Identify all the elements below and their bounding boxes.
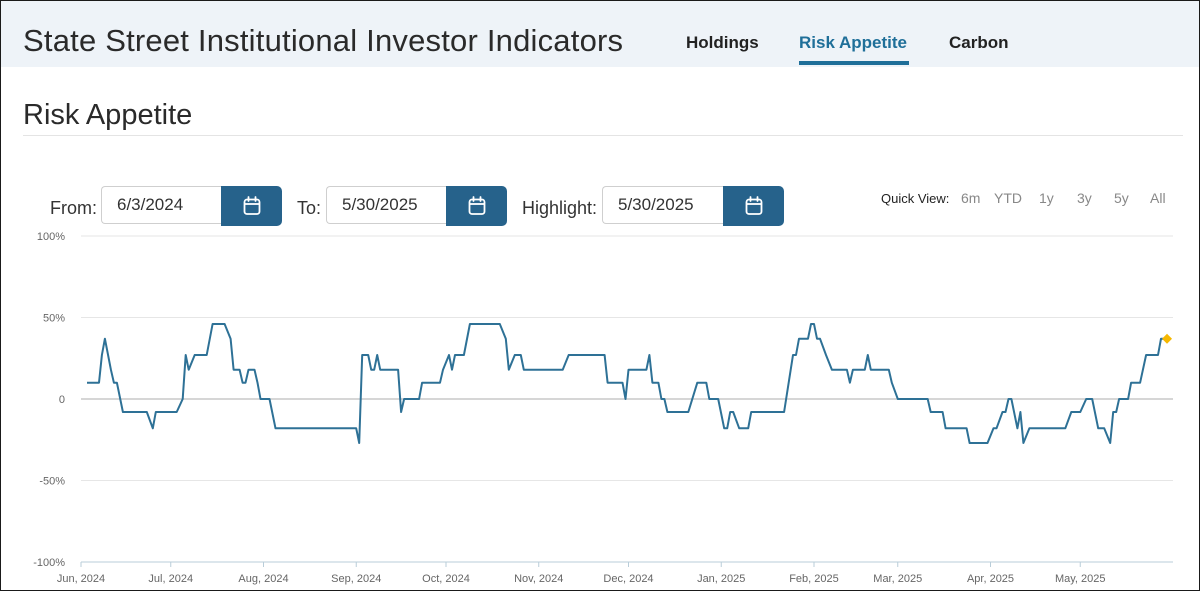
highlight-marker[interactable] [1162,333,1173,344]
active-tab-indicator [799,61,909,65]
risk-appetite-chart: 100% 50% 0 -50% -100% Jun, 2024 Jul, 2024 Aug,… [33,231,1173,585]
x-tick-label: Jul, 2024 [148,573,193,585]
from-label: From: [50,198,97,218]
tab-risk-appetite[interactable]: Risk Appetite [799,33,907,53]
y-tick-label: 100% [37,231,65,243]
highlight-calendar-button[interactable] [723,186,784,226]
highlight-date-input[interactable] [602,186,723,224]
x-tick-label: Feb, 2025 [789,573,839,585]
series-line [87,323,1167,444]
x-tick-label: Mar, 2025 [873,573,922,585]
quick-view-1y[interactable]: 1y [1039,190,1054,206]
x-tick-label: Aug, 2024 [238,573,288,585]
top-nav-bar: State Street Institutional Investor Indi… [1,1,1199,67]
x-tick-label: Apr, 2025 [967,573,1014,585]
x-tick-label: Sep, 2024 [331,573,381,585]
tab-holdings[interactable]: Holdings [686,33,759,53]
app-title: State Street Institutional Investor Indi… [23,23,624,58]
to-label: To: [297,198,322,218]
quick-view-3y[interactable]: 3y [1077,190,1092,206]
calendar-icon [243,196,260,215]
from-date-input[interactable] [101,186,221,224]
x-tick-label: Oct, 2024 [422,573,470,585]
from-calendar-button[interactable] [221,186,282,226]
quick-view-ytd[interactable]: YTD [994,190,1022,206]
x-tick-label: Dec, 2024 [603,573,653,585]
y-tick-label: -50% [39,476,65,488]
quick-view-label: Quick View: [881,191,950,206]
y-tick-label: 0 [59,394,65,406]
highlight-label: Highlight: [522,198,598,218]
quick-view-6m[interactable]: 6m [961,190,980,206]
tab-carbon[interactable]: Carbon [949,33,1009,53]
app-frame: State Street Institutional Investor Indi… [0,0,1200,591]
x-tick-label: Nov, 2024 [514,573,563,585]
to-calendar-button[interactable] [446,186,507,226]
calendar-icon [745,196,762,215]
x-tick-label: Jun, 2024 [57,573,105,585]
calendar-icon [468,196,485,215]
title-divider [23,135,1183,136]
y-tick-label: -100% [33,557,65,569]
page-title: Risk Appetite [23,99,193,131]
to-date-input[interactable] [326,186,446,224]
quick-view-5y[interactable]: 5y [1114,190,1129,206]
quick-view-all[interactable]: All [1150,190,1166,206]
x-tick-label: Jan, 2025 [697,573,745,585]
y-tick-label: 50% [43,313,65,325]
x-tick-label: May, 2025 [1055,573,1106,585]
